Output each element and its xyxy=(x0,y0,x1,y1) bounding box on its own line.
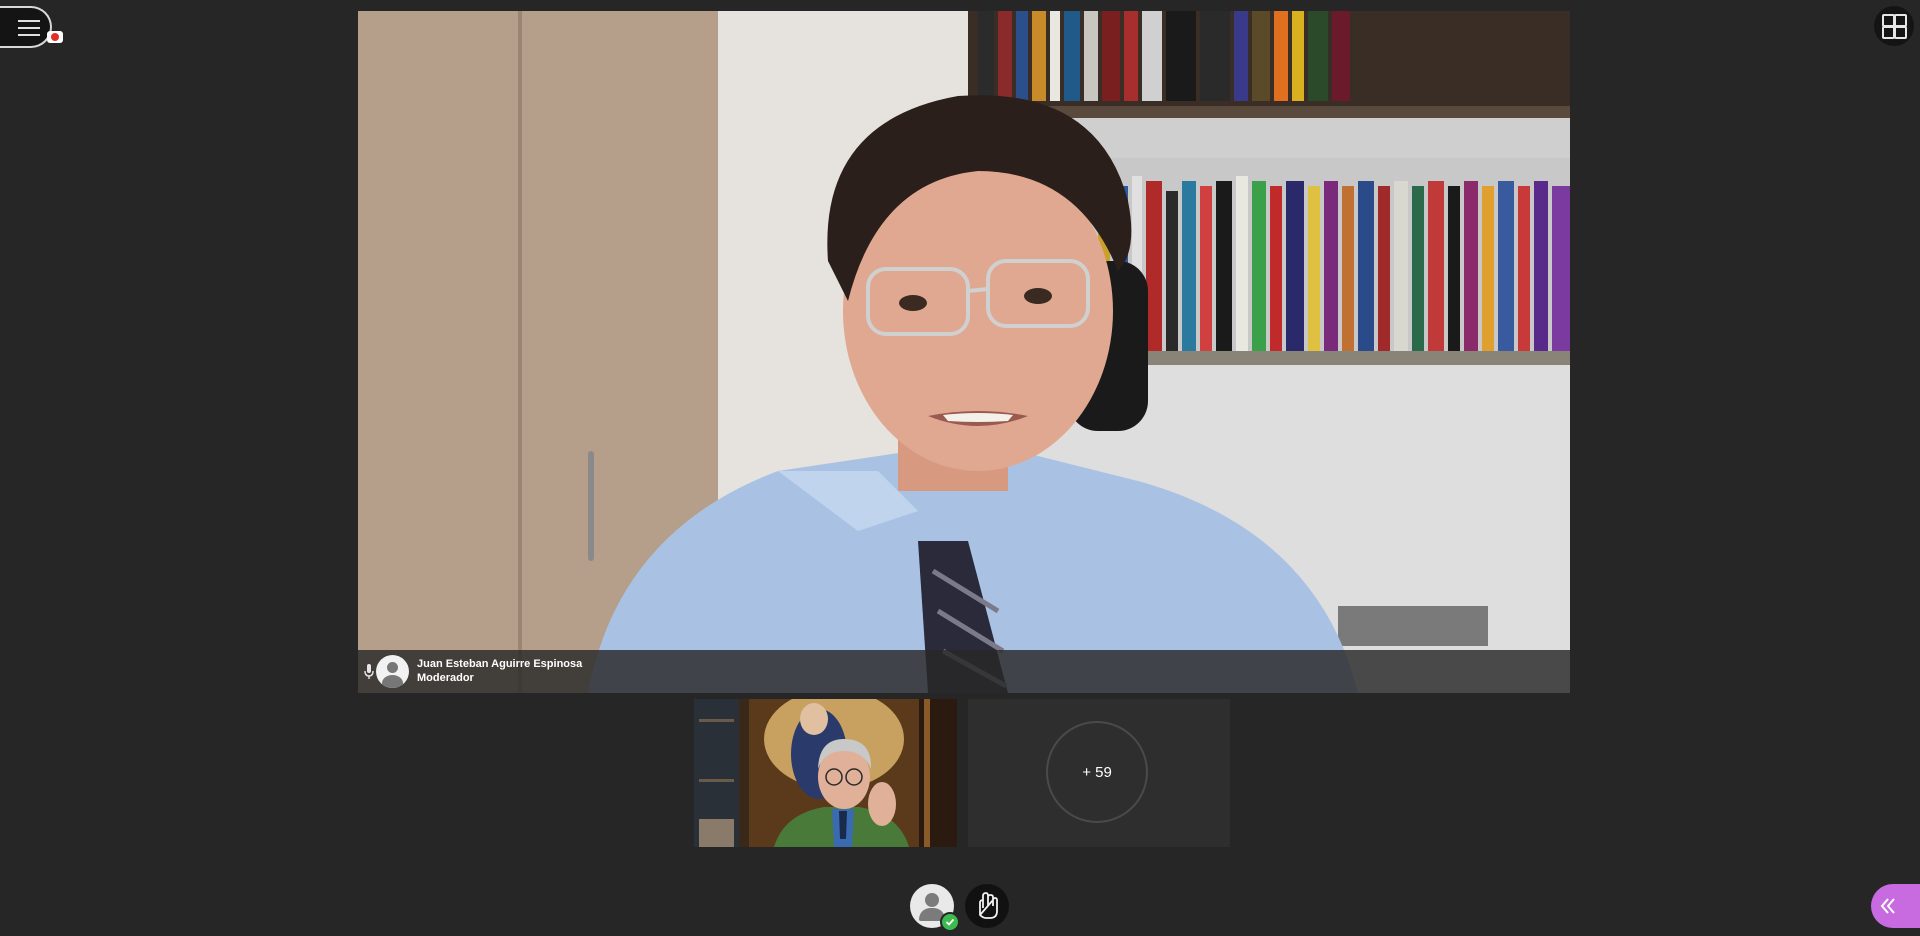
menu-icon-line xyxy=(18,34,40,36)
more-participants-tile[interactable]: + 59 xyxy=(968,699,1230,847)
menu-icon xyxy=(18,20,40,22)
microphone-icon xyxy=(364,664,374,679)
participant-name: Juan Esteban Aguirre Espinosa xyxy=(417,658,583,670)
check-icon xyxy=(940,912,960,932)
chevron-double-left-icon xyxy=(1880,898,1895,914)
video-frame xyxy=(358,11,1570,693)
menu-icon-line xyxy=(18,27,40,29)
participant-video-tile[interactable] xyxy=(694,699,957,847)
open-panel-button[interactable] xyxy=(1871,884,1920,928)
main-speaker-video[interactable]: Juan Esteban Aguirre Espinosa Moderador xyxy=(358,11,1570,693)
recording-icon xyxy=(47,31,63,43)
raise-hand-button[interactable] xyxy=(965,884,1009,928)
more-participants-count: + 59 xyxy=(1046,721,1148,823)
participant-video-frame xyxy=(694,699,957,847)
layout-toggle-button[interactable] xyxy=(1874,6,1914,46)
avatar-icon xyxy=(376,655,409,688)
raise-hand-icon xyxy=(979,892,998,919)
collaborate-session: Juan Esteban Aguirre Espinosa Moderador xyxy=(0,0,1920,936)
participant-name-bar: Juan Esteban Aguirre Espinosa Moderador xyxy=(358,650,1570,693)
my-status-button[interactable] xyxy=(910,884,960,932)
participant-role: Moderador xyxy=(417,672,474,684)
session-menu-button[interactable] xyxy=(0,6,52,48)
